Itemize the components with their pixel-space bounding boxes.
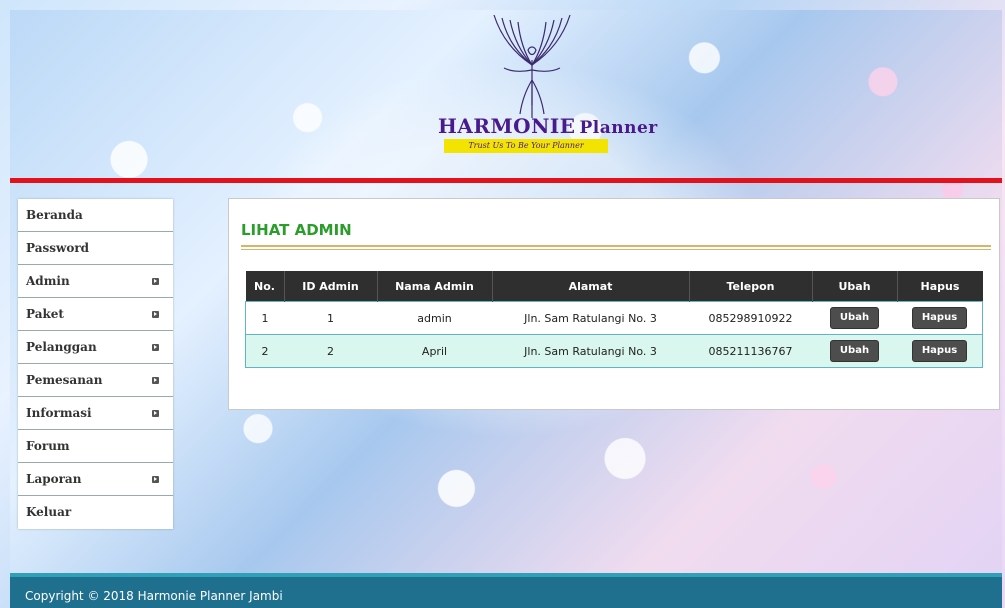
cell-nama: April xyxy=(377,334,492,368)
brand-sub: Planner xyxy=(579,118,658,138)
submenu-arrow-icon xyxy=(152,410,159,417)
sidebar-menu: Beranda Password Admin Paket Pelanggan P… xyxy=(18,199,173,529)
column-header: Hapus xyxy=(897,271,983,302)
edit-button[interactable]: Ubah xyxy=(829,340,880,362)
delete-button[interactable]: Hapus xyxy=(911,307,968,329)
copyright-text: Copyright © 2018 Harmonie Planner Jambi xyxy=(25,589,283,603)
cell-hapus: Hapus xyxy=(897,301,983,335)
cell-ubah: Ubah xyxy=(812,301,897,335)
column-header: Alamat xyxy=(492,271,690,302)
phoenix-icon xyxy=(493,14,571,118)
column-header: Nama Admin xyxy=(377,271,493,302)
cell-id: 1 xyxy=(284,301,377,335)
sidebar-item-label: Admin xyxy=(26,274,70,288)
brand-title: HARMONIE Planner xyxy=(438,114,657,138)
brand-main: HARMONIE xyxy=(438,114,576,138)
page-title: LIHAT ADMIN xyxy=(241,221,352,239)
brand-tagline: Trust Us To Be Your Planner xyxy=(444,139,608,153)
sidebar-item-label: Beranda xyxy=(26,208,83,222)
sidebar-item-label: Informasi xyxy=(26,406,92,420)
column-header: Ubah xyxy=(812,271,898,302)
table-row: 1 1 admin Jln. Sam Ratulangi No. 3 08529… xyxy=(245,301,983,335)
cell-no: 2 xyxy=(245,334,284,368)
cell-id: 2 xyxy=(284,334,377,368)
title-divider xyxy=(241,249,991,250)
edit-button[interactable]: Ubah xyxy=(829,307,880,329)
sidebar-item-paket[interactable]: Paket xyxy=(18,298,173,331)
table-header-row: No. ID Admin Nama Admin Alamat Telepon U… xyxy=(245,271,983,302)
column-header: No. xyxy=(245,271,285,302)
sidebar-item-forum[interactable]: Forum xyxy=(18,430,173,463)
sidebar-item-admin[interactable]: Admin xyxy=(18,265,173,298)
cell-nama: admin xyxy=(377,301,492,335)
sidebar-item-label: Pelanggan xyxy=(26,340,97,354)
sidebar-item-password[interactable]: Password xyxy=(18,232,173,265)
sidebar-item-label: Laporan xyxy=(26,472,82,486)
title-divider xyxy=(241,245,991,247)
sidebar-item-label: Pemesanan xyxy=(26,373,103,387)
submenu-arrow-icon xyxy=(152,377,159,384)
page-frame: HARMONIE Planner Trust Us To Be Your Plan… xyxy=(10,10,1002,608)
column-header: ID Admin xyxy=(284,271,378,302)
table-row: 2 2 April Jln. Sam Ratulangi No. 3 08521… xyxy=(245,334,983,368)
sidebar-item-informasi[interactable]: Informasi xyxy=(18,397,173,430)
column-header: Telepon xyxy=(689,271,813,302)
submenu-arrow-icon xyxy=(152,476,159,483)
sidebar-item-label: Password xyxy=(26,241,90,255)
cell-ubah: Ubah xyxy=(812,334,897,368)
sidebar-item-pemesanan[interactable]: Pemesanan xyxy=(18,364,173,397)
sidebar-item-label: Forum xyxy=(26,439,70,453)
sidebar-item-pelanggan[interactable]: Pelanggan xyxy=(18,331,173,364)
header: HARMONIE Planner Trust Us To Be Your Plan… xyxy=(10,10,1002,180)
cell-telepon: 085211136767 xyxy=(689,334,812,368)
footer: Copyright © 2018 Harmonie Planner Jambi xyxy=(10,577,1002,608)
cell-telepon: 085298910922 xyxy=(689,301,812,335)
submenu-arrow-icon xyxy=(152,344,159,351)
sidebar-item-label: Keluar xyxy=(26,505,72,519)
sidebar-item-keluar[interactable]: Keluar xyxy=(18,496,173,529)
sidebar-item-laporan[interactable]: Laporan xyxy=(18,463,173,496)
submenu-arrow-icon xyxy=(152,311,159,318)
sidebar-item-beranda[interactable]: Beranda xyxy=(18,199,173,232)
cell-hapus: Hapus xyxy=(897,334,983,368)
admin-table: No. ID Admin Nama Admin Alamat Telepon U… xyxy=(245,271,983,368)
content-panel: LIHAT ADMIN No. ID Admin Nama Admin Alam… xyxy=(228,198,1000,410)
header-divider xyxy=(10,178,1002,183)
delete-button[interactable]: Hapus xyxy=(911,340,968,362)
submenu-arrow-icon xyxy=(152,278,159,285)
logo[interactable]: HARMONIE Planner Trust Us To Be Your Plan… xyxy=(438,10,657,160)
cell-alamat: Jln. Sam Ratulangi No. 3 xyxy=(492,301,689,335)
sidebar-item-label: Paket xyxy=(26,307,64,321)
cell-alamat: Jln. Sam Ratulangi No. 3 xyxy=(492,334,689,368)
cell-no: 1 xyxy=(245,301,284,335)
